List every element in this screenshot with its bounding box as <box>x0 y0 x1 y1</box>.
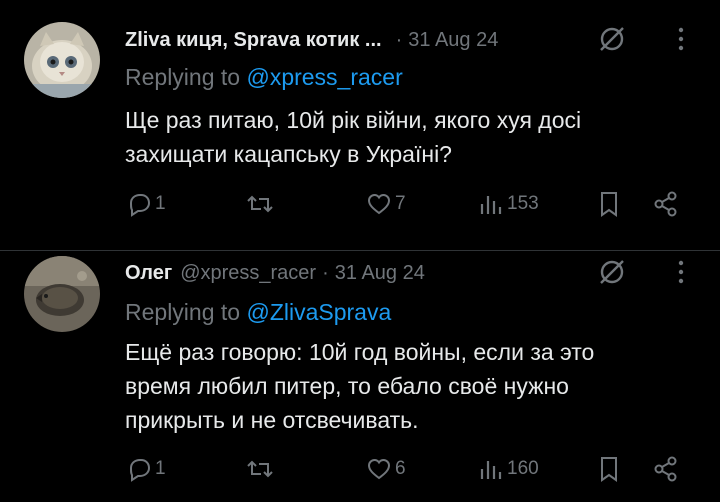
bookmark-icon <box>595 189 623 219</box>
tweet-date[interactable]: 31 Aug 24 <box>408 29 498 52</box>
replying-mention[interactable]: @xpress_racer <box>246 64 402 90</box>
like-button[interactable]: 7 <box>365 186 406 222</box>
views-button[interactable]: 160 <box>477 451 539 487</box>
grok-icon[interactable] <box>597 257 627 287</box>
tweet[interactable]: Олег @xpress_racer · 31 Aug 24 Replying … <box>0 251 720 502</box>
share-button[interactable] <box>651 186 681 222</box>
author-name[interactable]: Олег <box>125 262 172 285</box>
replying-mention[interactable]: @ZlivaSprava <box>246 299 391 325</box>
replying-to: Replying to @ZlivaSprava <box>125 299 391 326</box>
bookmark-button[interactable] <box>595 451 623 487</box>
avatar[interactable] <box>24 256 100 332</box>
tweet-text: Ещё раз говорю: 10й год войны, если за э… <box>125 335 685 437</box>
avatar[interactable] <box>24 22 100 98</box>
like-count: 6 <box>395 458 406 479</box>
tweet[interactable]: Zliva киця, Sprava котик ... · 31 Aug 24… <box>0 0 720 250</box>
tweet-header: Zliva киця, Sprava котик ... · 31 Aug 24 <box>125 22 498 58</box>
share-icon <box>651 189 681 219</box>
like-count: 7 <box>395 193 406 214</box>
views-button[interactable]: 153 <box>477 186 539 222</box>
grok-icon[interactable] <box>597 24 627 54</box>
tweet-text-line: время любил питер, то ебало своё нужно <box>125 373 569 399</box>
like-button[interactable]: 6 <box>365 451 406 487</box>
views-count: 160 <box>507 458 539 479</box>
repost-icon <box>245 190 275 218</box>
reply-icon <box>125 190 153 218</box>
tweet-text: Ще раз питаю, 10й рік війни, якого хуя д… <box>125 103 685 171</box>
views-count: 153 <box>507 193 539 214</box>
reply-count: 1 <box>155 458 166 479</box>
views-icon <box>477 455 505 483</box>
share-button[interactable] <box>651 451 681 487</box>
bookmark-icon <box>595 454 623 484</box>
views-icon <box>477 190 505 218</box>
more-icon[interactable] <box>669 24 693 54</box>
like-icon <box>365 455 393 483</box>
reply-count: 1 <box>155 193 166 214</box>
repost-button[interactable] <box>245 186 277 222</box>
tweet-date[interactable]: 31 Aug 24 <box>335 262 425 285</box>
action-bar: 1 6 160 <box>125 451 685 487</box>
share-icon <box>651 454 681 484</box>
tweet-text-line: прикрыть и не отсвечивать. <box>125 407 419 433</box>
reply-button[interactable]: 1 <box>125 186 166 222</box>
tweet-header: Олег @xpress_racer · 31 Aug 24 <box>125 255 425 291</box>
tweet-text-line: Ещё раз говорю: 10й год войны, если за э… <box>125 339 595 365</box>
separator: · <box>395 28 403 51</box>
bookmark-button[interactable] <box>595 186 623 222</box>
author-name[interactable]: Zliva киця, Sprava котик ... <box>125 29 382 52</box>
tweet-text-line: захищати кацапську в Україні? <box>125 141 452 167</box>
replying-prefix: Replying to <box>125 64 247 90</box>
action-bar: 1 7 153 <box>125 186 685 222</box>
replying-prefix: Replying to <box>125 299 247 325</box>
like-icon <box>365 190 393 218</box>
reply-icon <box>125 455 153 483</box>
replying-to: Replying to @xpress_racer <box>125 64 403 91</box>
repost-icon <box>245 455 275 483</box>
author-handle[interactable]: @xpress_racer <box>180 262 316 285</box>
separator: · <box>322 261 329 284</box>
reply-button[interactable]: 1 <box>125 451 166 487</box>
more-icon[interactable] <box>669 257 693 287</box>
tweet-text-line: Ще раз питаю, 10й рік війни, якого хуя д… <box>125 107 582 133</box>
repost-button[interactable] <box>245 451 277 487</box>
